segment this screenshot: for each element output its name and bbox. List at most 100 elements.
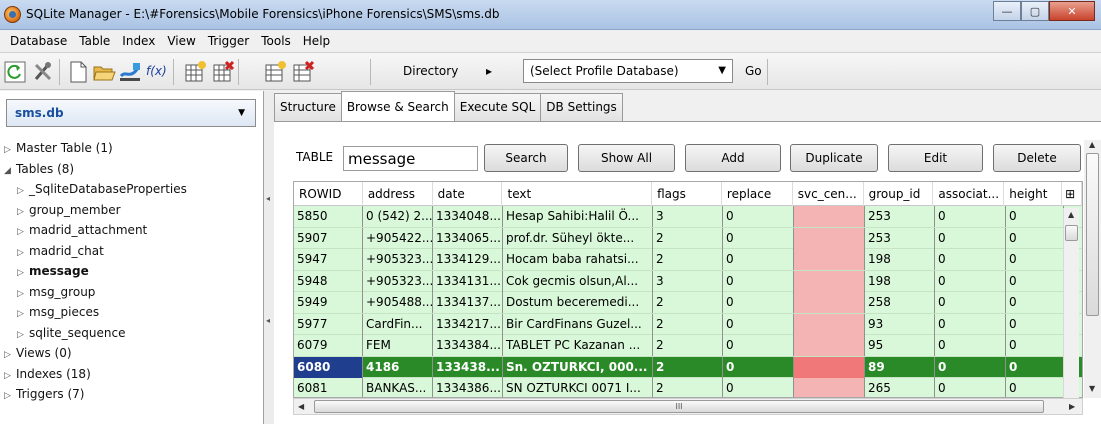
table-cell[interactable]: 0 xyxy=(723,206,794,227)
table-cell[interactable]: FEM xyxy=(363,335,433,356)
column-header[interactable]: associat... xyxy=(933,182,1005,206)
expand-icon[interactable]: ▷ xyxy=(17,284,29,305)
table-cell[interactable]: 89 xyxy=(865,356,935,378)
drop-table-icon[interactable] xyxy=(211,60,235,84)
table-cell[interactable]: Hocam baba rahatsi... xyxy=(503,249,653,270)
table-cell[interactable] xyxy=(794,292,865,313)
expand-icon[interactable]: ▷ xyxy=(4,345,16,366)
column-header[interactable]: replace xyxy=(722,182,793,206)
table-cell[interactable]: 5850 xyxy=(294,206,363,227)
table-cell[interactable]: 1334129... xyxy=(433,249,503,270)
table-row[interactable]: 6080 4186 133438... Sn. OZTURKCI, 000... 2 0 8… xyxy=(294,356,1082,378)
expand-icon[interactable]: ▷ xyxy=(17,243,29,264)
table-cell[interactable] xyxy=(794,227,865,249)
tree-item-madrid-chat[interactable]: ▷ madrid_chat xyxy=(4,241,254,262)
table-cell[interactable]: 6079 xyxy=(294,335,363,356)
show-all-button[interactable]: Show All xyxy=(578,144,675,172)
tree-item-message[interactable]: ▷ message xyxy=(4,261,254,282)
duplicate-button[interactable]: Duplicate xyxy=(790,144,878,172)
table-row[interactable]: 6079 FEM 1334384... TABLET PC Kazanan ... 2 0… xyxy=(294,335,1082,357)
table-cell[interactable]: 258 xyxy=(865,292,935,313)
column-header[interactable]: group_id xyxy=(864,182,934,206)
table-cell[interactable]: 95 xyxy=(865,335,935,356)
table-cell[interactable]: 0 xyxy=(1006,335,1064,356)
tab-browse-search[interactable]: Browse & Search xyxy=(340,91,455,121)
column-header[interactable]: height xyxy=(1004,182,1063,206)
table-cell[interactable]: +905323... xyxy=(363,249,433,270)
table-cell[interactable]: 0 xyxy=(935,249,1006,270)
table-cell[interactable]: 5948 xyxy=(294,270,363,292)
menu-tools[interactable]: Tools xyxy=(255,34,297,48)
tools-icon[interactable] xyxy=(31,60,55,84)
table-cell[interactable]: Cok gecmis olsun,Al... xyxy=(503,270,653,292)
table-cell[interactable]: 0 (542) 2... xyxy=(363,206,433,227)
expand-icon[interactable]: ▷ xyxy=(4,386,16,407)
table-cell[interactable]: 0 xyxy=(935,227,1006,249)
expand-icon[interactable]: ▷ xyxy=(17,263,29,284)
table-row[interactable]: 5907 +905422... 1334065... prof.dr. Süheyl … xyxy=(294,227,1082,249)
table-row[interactable]: 5947 +905323... 1334129... Hocam baba rahat… xyxy=(294,249,1082,271)
column-header[interactable]: date xyxy=(433,182,503,206)
collapse-icon[interactable]: ◢ xyxy=(4,161,16,182)
table-cell[interactable]: 1334065... xyxy=(433,227,503,249)
table-cell[interactable]: 0 xyxy=(723,356,794,378)
close-button[interactable]: ✕ xyxy=(1049,1,1095,21)
table-name-field[interactable]: message xyxy=(343,146,478,171)
table-cell[interactable]: 0 xyxy=(1006,270,1064,292)
scroll-right-icon[interactable]: ▶ xyxy=(1069,402,1075,411)
table-row[interactable]: 5850 0 (542) 2... 1334048... Hesap Sahibi:H… xyxy=(294,206,1082,228)
table-cell[interactable]: 0 xyxy=(935,335,1006,356)
scroll-left-icon[interactable]: ◀ xyxy=(298,402,304,411)
table-cell[interactable]: 5907 xyxy=(294,227,363,249)
table-cell[interactable] xyxy=(794,356,865,378)
table-cell[interactable]: 0 xyxy=(723,378,794,397)
table-cell[interactable]: 0 xyxy=(723,270,794,292)
tab-structure[interactable]: Structure xyxy=(274,93,342,121)
column-header[interactable]: flags xyxy=(652,182,722,206)
directory-label[interactable]: Directory xyxy=(403,64,458,78)
expand-icon[interactable]: ▷ xyxy=(17,325,29,346)
function-icon[interactable]: f(x) xyxy=(146,64,167,78)
menu-database[interactable]: Database xyxy=(4,34,73,48)
go-button[interactable]: Go xyxy=(745,64,762,78)
create-table-icon[interactable] xyxy=(183,60,207,84)
table-cell[interactable]: 0 xyxy=(1006,249,1064,270)
tree-item-triggers[interactable]: ▷ Triggers (7) xyxy=(4,384,254,405)
expand-icon[interactable]: ▷ xyxy=(17,222,29,243)
table-cell[interactable]: 4186 xyxy=(363,356,433,378)
panel-vertical-scrollbar[interactable]: ▲ ▼ xyxy=(1084,140,1101,398)
table-cell[interactable]: 0 xyxy=(935,356,1006,378)
table-cell[interactable]: 1334386... xyxy=(433,378,503,397)
search-button[interactable]: Search xyxy=(484,144,568,172)
grid-vertical-scrollbar[interactable]: ▲ xyxy=(1063,208,1079,398)
menu-table[interactable]: Table xyxy=(73,34,116,48)
column-picker-icon[interactable]: ⊞ xyxy=(1062,182,1082,206)
table-cell[interactable]: 6081 xyxy=(294,378,363,397)
scroll-down-icon[interactable]: ▼ xyxy=(1089,384,1095,393)
table-cell[interactable]: 1334384... xyxy=(433,335,503,356)
table-cell[interactable]: 0 xyxy=(723,335,794,356)
table-cell[interactable]: 133438... xyxy=(433,356,503,378)
expand-icon[interactable]: ▷ xyxy=(17,202,29,223)
menu-trigger[interactable]: Trigger xyxy=(202,34,255,48)
column-header[interactable]: ROWID xyxy=(294,182,363,206)
tree-item-sqlite-sequence[interactable]: ▷ sqlite_sequence xyxy=(4,323,254,344)
table-cell[interactable]: 0 xyxy=(723,249,794,270)
table-cell[interactable]: 2 xyxy=(653,227,723,249)
minimize-button[interactable]: — xyxy=(993,1,1021,21)
scroll-thumb[interactable]: III xyxy=(314,400,1044,413)
tree-item-madrid-attachment[interactable]: ▷ madrid_attachment xyxy=(4,220,254,241)
table-cell[interactable]: 253 xyxy=(865,227,935,249)
table-cell[interactable]: 2 xyxy=(653,292,723,313)
table-cell[interactable]: 0 xyxy=(935,270,1006,292)
tree-item-msg-group[interactable]: ▷ msg_group xyxy=(4,282,254,303)
table-cell[interactable]: 0 xyxy=(1006,313,1064,335)
expand-icon[interactable]: ▷ xyxy=(17,304,29,325)
table-cell[interactable]: 2 xyxy=(653,313,723,335)
column-header[interactable]: address xyxy=(363,182,433,206)
menu-help[interactable]: Help xyxy=(297,34,336,48)
table-cell[interactable]: 0 xyxy=(935,313,1006,335)
table-cell[interactable]: 0 xyxy=(935,378,1006,397)
table-cell[interactable]: 1334048... xyxy=(433,206,503,227)
table-cell[interactable]: 1334131... xyxy=(433,270,503,292)
